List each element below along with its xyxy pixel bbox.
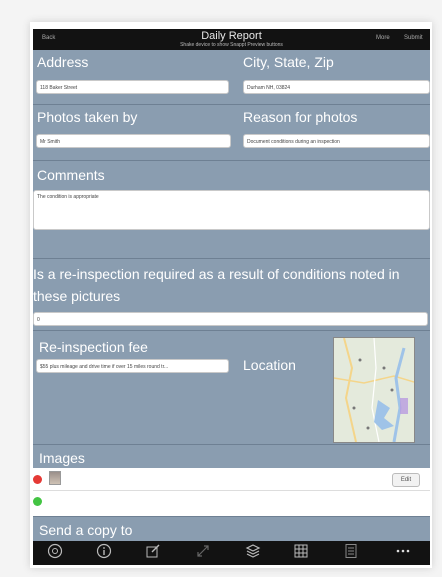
fee-field[interactable]: $55 plus mileage and drive time if over … [36,359,229,373]
images-header: Images [33,444,430,469]
address-section: Address 118 Baker Street City, State, Zi… [33,50,430,104]
page-title: Daily Report [201,30,262,42]
divider [33,490,430,491]
top-bar: Back Daily Report Shake device to show S… [33,29,430,50]
bottom-toolbar [33,541,430,565]
location-map[interactable] [333,337,415,443]
app-screen: Back Daily Report Shake device to show S… [30,22,432,568]
report-form: Address 118 Baker Street City, State, Zi… [33,50,430,542]
page-subtitle: Shake device to show Snappt Preview butt… [180,42,283,48]
reinspection-field[interactable]: 0 [33,312,428,326]
reason-label: Reason for photos [243,109,358,125]
send-copy-label: Send a copy to [39,522,133,538]
image-thumbnail[interactable] [49,471,61,485]
fee-label: Re-inspection fee [39,339,148,355]
reinspection-question: Is a re-inspection required as a result … [33,266,400,304]
reason-field[interactable]: Document conditions during an inspection [243,134,430,148]
address-field[interactable]: 118 Baker Street [36,80,229,94]
photos-by-field[interactable]: Mr Smith [36,134,231,148]
expand-icon[interactable] [193,543,213,563]
info-circle-icon[interactable] [45,543,65,563]
images-label: Images [39,450,85,466]
city-field[interactable]: Durham NH, 03824 [243,80,430,94]
photos-by-label: Photos taken by [37,109,138,125]
location-label: Location [243,357,296,373]
city-label: City, State, Zip [243,54,334,70]
grid-icon[interactable] [291,543,311,563]
map-graphic [334,338,414,442]
delete-image-icon[interactable] [33,475,42,484]
comments-field[interactable]: The condition is appropriate [33,190,430,230]
calculator-icon[interactable] [341,543,361,563]
layers-icon[interactable] [243,543,263,563]
edit-images-button[interactable]: Edit [392,473,420,487]
images-list: Edit [33,468,430,516]
add-image-icon[interactable] [33,497,42,506]
fee-location-section: Re-inspection fee $55 plus mileage and d… [33,330,430,445]
address-label: Address [37,54,89,70]
comments-label: Comments [37,167,105,183]
submit-button[interactable]: Submit [404,35,423,41]
send-copy-section: Send a copy to [33,516,430,542]
comments-section: Comments The condition is appropriate [33,160,430,259]
info-icon[interactable] [94,543,114,563]
reinspection-section: Is a re-inspection required as a result … [33,258,430,331]
photos-section: Photos taken by Mr Smith Reason for phot… [33,104,430,161]
edit-icon[interactable] [143,543,163,563]
more-button[interactable]: More [376,35,390,41]
more-icon[interactable] [393,543,413,563]
